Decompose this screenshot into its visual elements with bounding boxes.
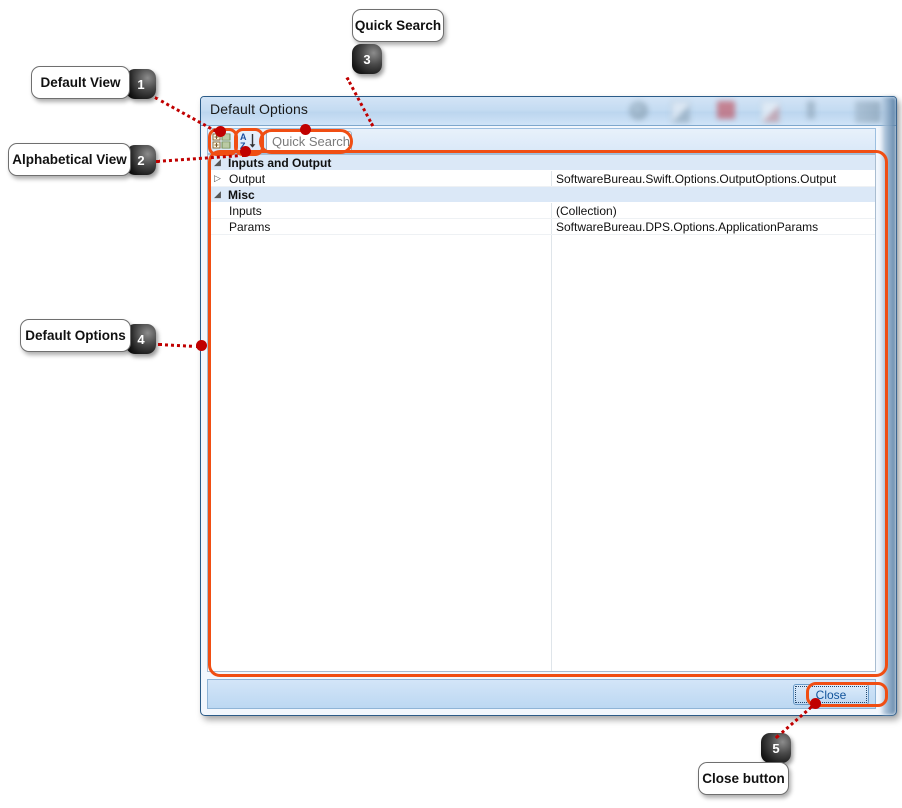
close-button[interactable]: Close	[793, 684, 869, 705]
callout-label-3: Quick Search	[352, 9, 444, 42]
callout-anchor-3	[300, 124, 311, 135]
property-name: Output	[229, 172, 266, 186]
collapse-icon[interactable]: ◢	[214, 158, 223, 167]
document-icon	[671, 101, 690, 123]
callout-anchor-1	[215, 126, 226, 137]
callout-anchor-5	[810, 698, 821, 709]
quick-search-placeholder: Quick Search	[272, 134, 351, 149]
window-right-edge	[880, 97, 896, 715]
property-value: SoftwareBureau.DPS.Options.ApplicationPa…	[556, 220, 819, 234]
callout-leader-4	[157, 343, 201, 349]
property-name: Params	[229, 220, 271, 234]
default-options-dialog: Default Options A Z	[200, 96, 897, 716]
dialog-title-bar: Default Options	[201, 97, 896, 126]
close-button-label: Close	[815, 688, 847, 702]
collapse-icon[interactable]: ◢	[214, 190, 223, 199]
row-expander	[214, 222, 223, 231]
callout-anchor-4	[196, 340, 207, 351]
callout-label-2: Alphabetical View	[8, 143, 131, 176]
dialog-footer: Close	[207, 679, 876, 709]
table-row[interactable]: ▷ Output SoftwareBureau.Swift.Options.Ou…	[208, 171, 875, 187]
row-expander	[214, 206, 223, 215]
table-row[interactable]: Params SoftwareBureau.DPS.Options.Applic…	[208, 219, 875, 235]
table-row[interactable]: ◢ Misc	[208, 187, 875, 203]
quick-search-input[interactable]: Quick Search	[266, 131, 352, 152]
property-name: Inputs and Output	[228, 156, 332, 170]
property-name: Inputs	[229, 204, 262, 218]
callout-number-1: 1	[126, 69, 156, 99]
callout-label-4: Default Options	[20, 319, 131, 352]
table-row[interactable]: ◢ Inputs and Output	[208, 155, 875, 171]
property-name: Misc	[228, 188, 255, 202]
faint-mark-icon	[807, 101, 815, 119]
property-value: SoftwareBureau.Swift.Options.OutputOptio…	[556, 172, 837, 186]
callout-number-3: 3	[352, 44, 382, 74]
callout-label-5: Close button	[698, 762, 789, 795]
expand-icon[interactable]: ▷	[214, 174, 223, 183]
gear-icon	[629, 101, 648, 120]
table-row[interactable]: Inputs (Collection)	[208, 203, 875, 219]
dialog-title: Default Options	[210, 101, 308, 117]
callout-anchor-2	[240, 146, 251, 157]
property-value: (Collection)	[556, 204, 617, 218]
red-square-icon	[717, 101, 735, 119]
property-grid[interactable]: ◢ Inputs and Output ▷ Output SoftwareBur…	[207, 154, 876, 672]
panel-icon	[855, 101, 881, 123]
callout-label-1: Default View	[31, 66, 130, 99]
document-icon	[761, 101, 780, 123]
